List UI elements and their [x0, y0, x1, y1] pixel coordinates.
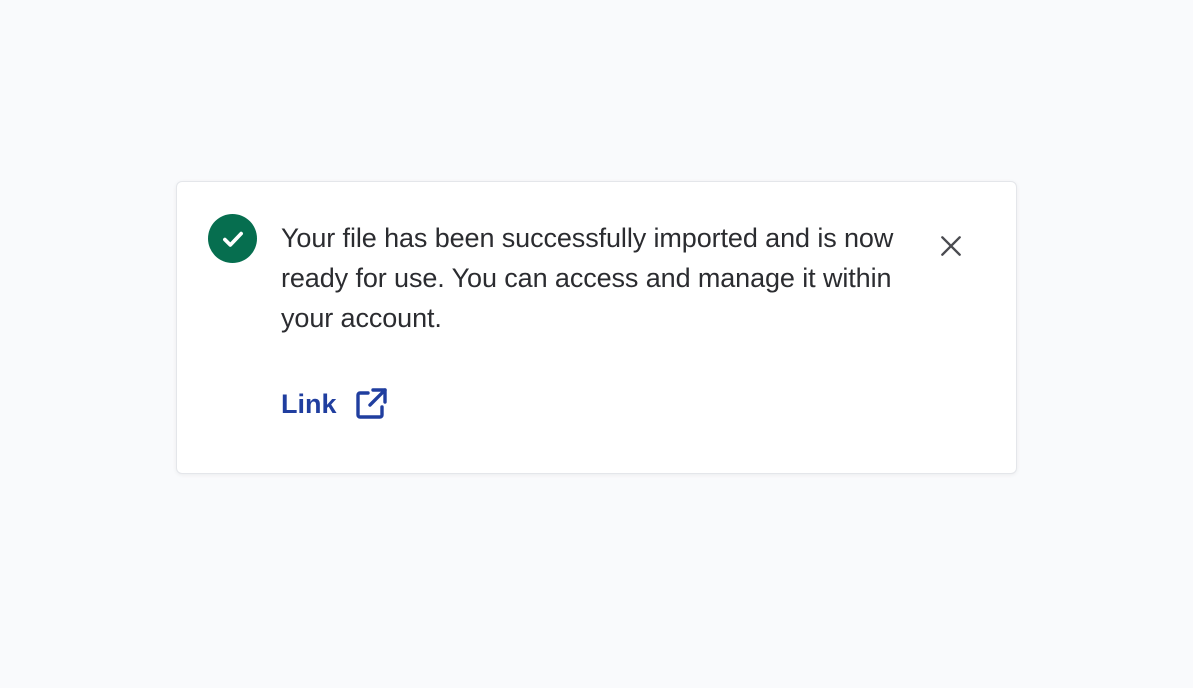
- external-link-icon: [355, 388, 387, 419]
- close-button[interactable]: [929, 224, 973, 268]
- link-label: Link: [281, 389, 337, 419]
- notification-link[interactable]: Link: [281, 386, 389, 422]
- notification-message: Your file has been successfully imported…: [281, 223, 894, 333]
- success-notification: Your file has been successfully imported…: [176, 181, 1017, 474]
- check-circle-icon: [208, 214, 257, 263]
- close-icon: [941, 236, 961, 256]
